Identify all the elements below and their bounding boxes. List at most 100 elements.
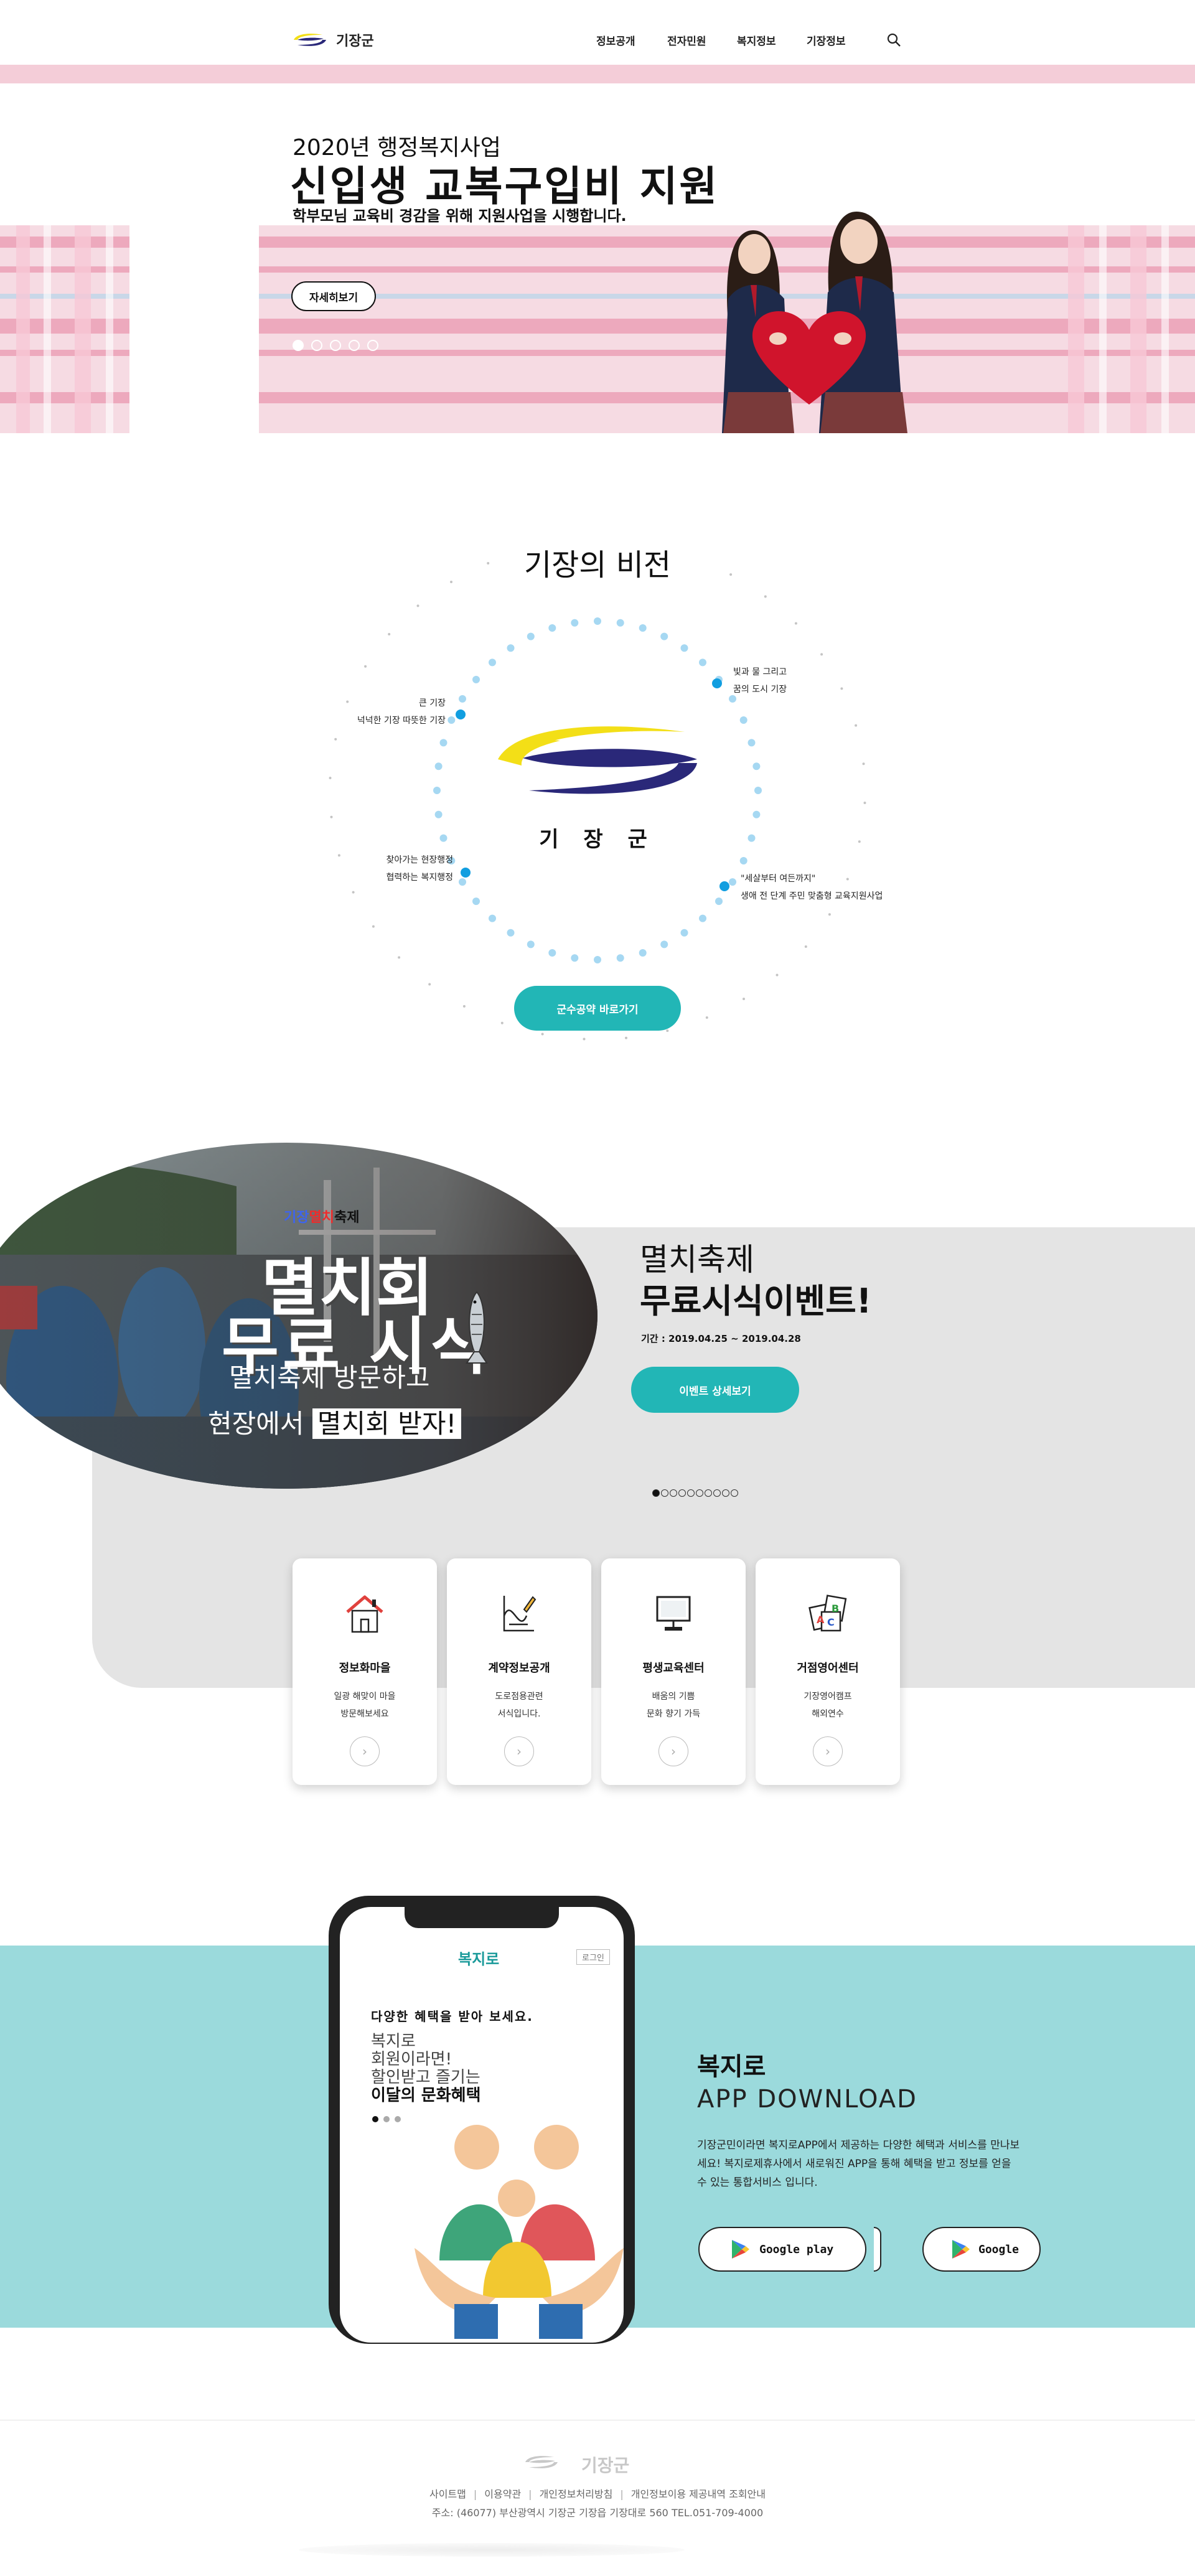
outer-ring-dot: [330, 815, 333, 818]
search-icon[interactable]: [886, 32, 901, 47]
festival-line4: 현장에서 멸치회 받자!: [208, 1403, 462, 1441]
footer-logo-icon[interactable]: [523, 2455, 560, 2470]
footer-address: 주소: (46077) 부산광역시 기장군 기장읍 기장대로 560 TEL.0…: [431, 2507, 764, 2519]
vision-node-dot: [719, 881, 729, 891]
store-button-partial: [874, 2227, 881, 2272]
footer-link-privacy[interactable]: 개인정보처리방침: [540, 2488, 613, 2500]
header-logo-icon[interactable]: [291, 32, 329, 47]
festival-line3: 멸치축제 방문하고: [229, 1362, 430, 1393]
students-heart-image: [722, 212, 907, 433]
card-title: 계약정보공개: [488, 1662, 550, 1675]
pledge-shortcut-button[interactable]: 군수공약 바로가기: [514, 986, 681, 1031]
gijang-logo-icon: [498, 726, 697, 794]
inner-ring-dot: [434, 810, 443, 818]
phone-login-button[interactable]: 로그인: [576, 1949, 610, 1965]
inner-ring-dot: [715, 897, 723, 906]
footer-link-terms[interactable]: 이용약관: [484, 2488, 521, 2500]
google-play-icon: [732, 2240, 749, 2259]
chevron-right-icon[interactable]: ›: [813, 1736, 843, 1766]
nav-item-e-civil[interactable]: 전자민원: [667, 32, 706, 48]
outer-ring-dot: [583, 1037, 586, 1041]
festival-slide-dot[interactable]: [661, 1489, 668, 1497]
outer-ring-dot: [743, 998, 745, 1000]
hero-plaid-left: [0, 225, 129, 433]
outer-ring-dot: [820, 653, 823, 656]
nav-item-info-disclosure[interactable]: 정보공개: [596, 32, 635, 48]
nav-item-welfare[interactable]: 복지정보: [737, 32, 776, 48]
festival-slide-dot[interactable]: [722, 1489, 729, 1497]
festival-slide-dot[interactable]: [678, 1489, 686, 1497]
outer-ring-dot: [334, 738, 337, 741]
card-info-village[interactable]: 정보화마을 일광 해맞이 마을 방문해보세요 ›: [293, 1558, 437, 1785]
chevron-right-icon[interactable]: ›: [350, 1736, 380, 1766]
hero-slide-dot[interactable]: [293, 340, 304, 351]
outer-ring-dot: [372, 925, 375, 928]
festival-slide-dot[interactable]: [696, 1489, 703, 1497]
festival-slide-dot[interactable]: [652, 1489, 660, 1497]
festival-slide-dot[interactable]: [687, 1489, 695, 1497]
outer-ring-dot: [625, 1036, 627, 1039]
card-lifelong-edu[interactable]: 평생교육센터 배움의 기쁨 문화 향기 가득 ›: [601, 1558, 746, 1785]
event-detail-button[interactable]: 이벤트 상세보기: [631, 1367, 799, 1413]
outer-ring-dot: [364, 665, 367, 668]
pink-strip: [0, 65, 1195, 83]
app-title: 복지로: [697, 2053, 766, 2081]
phone-slide-dot[interactable]: [395, 2116, 401, 2122]
inner-ring-dot: [660, 632, 668, 640]
inner-ring-dot: [616, 954, 624, 962]
google-play-button[interactable]: Google play: [698, 2227, 866, 2272]
header-logo-text[interactable]: 기장군: [336, 30, 374, 50]
phone-slide-dot[interactable]: [372, 2116, 378, 2122]
inner-ring-dot: [752, 810, 761, 818]
anchovy-icon: [466, 1291, 488, 1364]
vision-node-dot: [456, 710, 466, 719]
outer-ring-dot: [462, 1005, 466, 1008]
hero-slide-dot[interactable]: [367, 340, 378, 351]
inner-ring-dot: [639, 949, 647, 957]
nav-item-gijang-info[interactable]: 기장정보: [807, 32, 846, 48]
festival-slide-dot[interactable]: [731, 1489, 738, 1497]
outer-ring-dot: [855, 724, 858, 727]
inner-ring-dot: [660, 940, 668, 948]
outer-ring-dot: [804, 945, 807, 948]
inner-ring-dot: [489, 914, 496, 922]
card-desc: 도로점용관련 서식입니다.: [495, 1692, 543, 1719]
svg-text:B: B: [832, 1603, 839, 1614]
outer-ring-dot: [388, 633, 391, 635]
inner-ring-dot: [739, 716, 747, 724]
outer-ring-dot: [840, 687, 843, 690]
vision-label-field-admin: 찾아가는 현장행정 협력하는 복지행정: [386, 855, 454, 883]
inner-ring-dot: [680, 644, 688, 652]
card-contract-info[interactable]: 계약정보공개 도로점용관련 서식입니다. ›: [447, 1558, 591, 1785]
inner-ring-dot: [433, 787, 441, 794]
outer-ring-dot: [863, 802, 866, 804]
inner-ring-dot: [699, 914, 706, 922]
inner-ring-dot: [472, 897, 480, 906]
phone-promo-text: 복지로 회원이라면! 할인받고 즐기는 이달의 문화혜택: [371, 2032, 481, 2105]
footer-link-privacy-usage[interactable]: 개인정보이용 제공내역 조회안내: [631, 2488, 766, 2500]
inner-ring-dot: [507, 929, 515, 937]
festival-right-title2: 무료시식이벤트!: [640, 1281, 872, 1321]
hero-detail-button[interactable]: 자세히보기: [291, 281, 376, 311]
festival-slide-dot[interactable]: [705, 1489, 712, 1497]
card-english-center[interactable]: A B C 거점영어센터 기장영어캠프 해외연수 ›: [756, 1558, 900, 1785]
inner-ring-dot: [699, 658, 706, 667]
chevron-right-icon[interactable]: ›: [504, 1736, 534, 1766]
chevron-right-icon[interactable]: ›: [658, 1736, 688, 1766]
hero-slide-dot[interactable]: [330, 340, 341, 351]
google-label: Google: [978, 2242, 1019, 2256]
hero-slide-dot[interactable]: [311, 340, 322, 351]
festival-slide-dot[interactable]: [713, 1489, 721, 1497]
card-title: 평생교육센터: [642, 1662, 705, 1675]
outer-ring-dot: [729, 573, 733, 576]
hero-slide-dot[interactable]: [349, 340, 360, 351]
outer-ring-dot: [541, 1033, 544, 1036]
inner-ring-dot: [754, 787, 762, 794]
vision-node-dot: [712, 678, 722, 688]
footer-link-sitemap[interactable]: 사이트맵: [429, 2488, 466, 2500]
card-desc: 배움의 기쁨 문화 향기 가득: [646, 1692, 701, 1719]
festival-slide-dot[interactable]: [670, 1489, 677, 1497]
google-button[interactable]: Google: [922, 2227, 1041, 2272]
phone-slide-dot[interactable]: [383, 2116, 390, 2122]
inner-ring-dot: [752, 762, 761, 770]
